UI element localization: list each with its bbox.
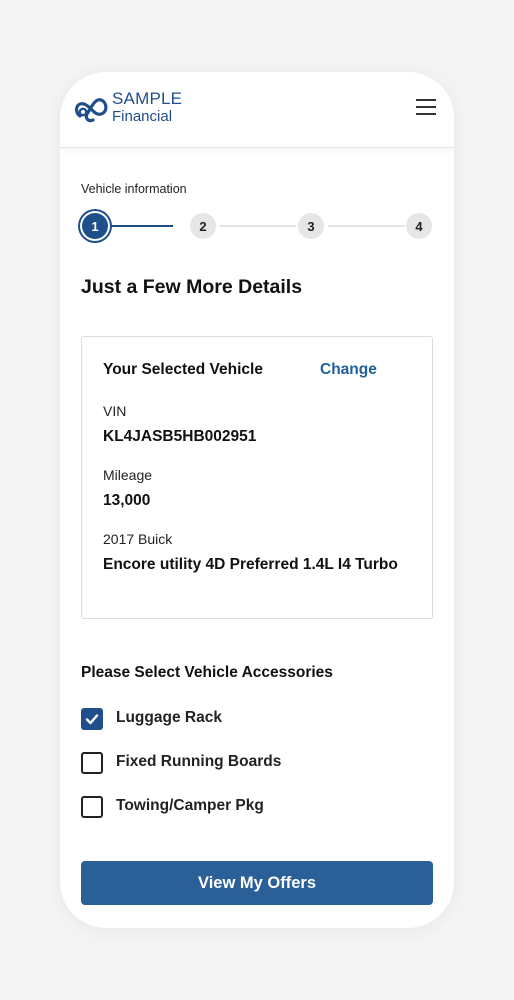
vin-label: VIN <box>103 403 127 419</box>
phone-frame: SAMPLE Financial Vehicle information 1 2… <box>60 72 454 928</box>
checkmark-icon <box>85 714 99 725</box>
accessory-label: Towing/Camper Pkg <box>116 797 264 814</box>
vin-value: KL4JASB5HB002951 <box>103 428 257 445</box>
brand-logo-icon <box>74 98 108 123</box>
hamburger-menu-icon[interactable] <box>416 99 438 117</box>
accessory-option-luggage-rack[interactable]: Luggage Rack <box>81 707 381 731</box>
card-title: Your Selected Vehicle <box>103 361 263 378</box>
accessories-heading: Please Select Vehicle Accessories <box>81 664 333 681</box>
accessory-option-towing-camper[interactable]: Towing/Camper Pkg <box>81 795 381 819</box>
accessory-checkbox-checked[interactable] <box>81 708 103 730</box>
progress-step-2[interactable]: 2 <box>190 213 216 239</box>
change-vehicle-link[interactable]: Change <box>320 361 377 379</box>
model-trim-value: Encore utility 4D Preferred 1.4L I4 Turb… <box>103 556 398 573</box>
progress-title: Vehicle information <box>81 182 187 196</box>
progress-step-1[interactable]: 1 <box>82 213 108 239</box>
accessory-option-fixed-running-boards[interactable]: Fixed Running Boards <box>81 751 381 775</box>
accessory-label: Luggage Rack <box>116 709 222 726</box>
mileage-label: Mileage <box>103 467 153 483</box>
brand-name-line1: SAMPLE <box>112 89 183 108</box>
accessory-checkbox-unchecked[interactable] <box>81 796 103 818</box>
view-offers-button[interactable]: View My Offers <box>81 861 433 905</box>
progress-segment-2 <box>220 225 296 227</box>
progress-segment-3 <box>328 225 405 227</box>
page-title: Just a Few More Details <box>81 276 303 298</box>
progress-stepper: 1 2 3 4 <box>81 212 434 240</box>
brand-logo[interactable]: SAMPLE Financial <box>74 88 194 128</box>
selected-vehicle-card: Your Selected Vehicle Change VIN KL4JASB… <box>81 336 433 619</box>
brand-name-line2: Financial <box>112 108 173 125</box>
progress-segment-1 <box>111 225 173 227</box>
progress-step-4[interactable]: 4 <box>406 213 432 239</box>
model-year-make-label: 2017 Buick <box>103 531 173 547</box>
accessory-label: Fixed Running Boards <box>116 753 282 770</box>
top-navigation-bar: SAMPLE Financial <box>60 72 454 148</box>
progress-step-3[interactable]: 3 <box>298 213 324 239</box>
accessory-checkbox-unchecked[interactable] <box>81 752 103 774</box>
mileage-value: 13,000 <box>103 492 151 509</box>
